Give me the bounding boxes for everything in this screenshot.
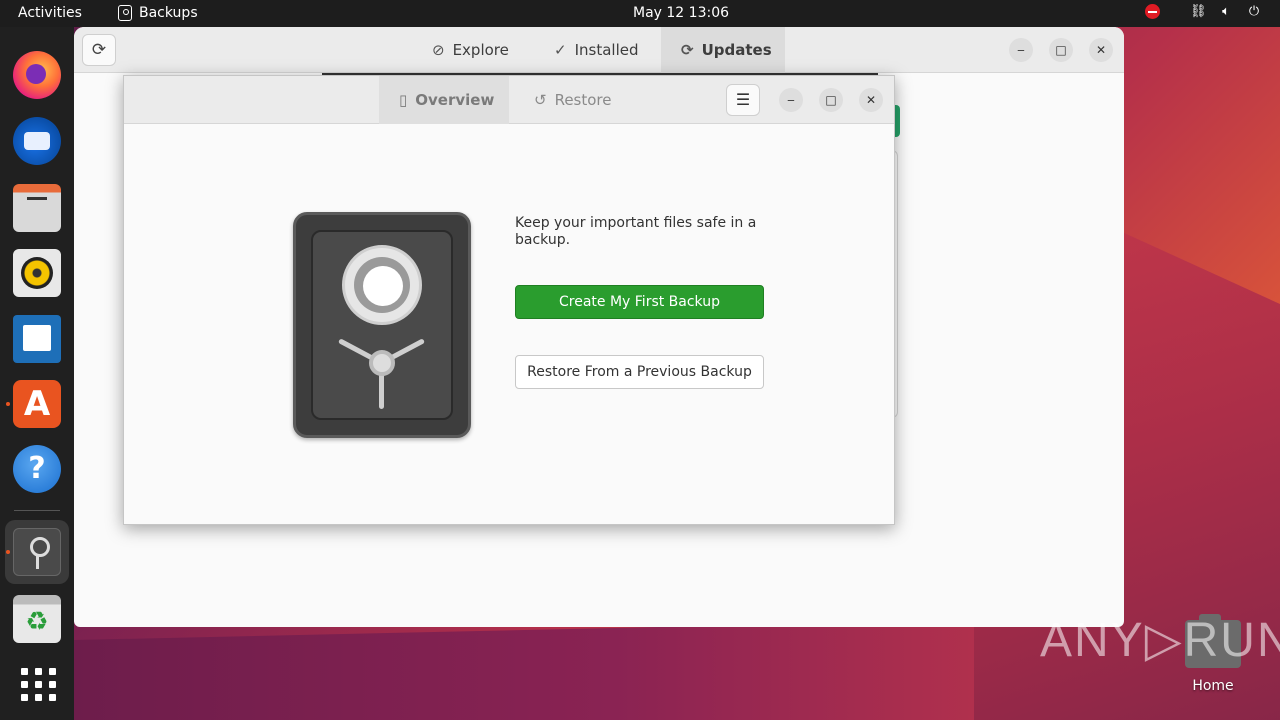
tab-label: Overview [415,91,495,109]
home-folder-label[interactable]: Home [1180,678,1246,694]
safe-handle [369,350,395,376]
restore-previous-backup-button[interactable]: Restore From a Previous Backup [515,355,764,389]
close-button[interactable]: ✕ [859,88,883,112]
check-circle-icon: ✓ [554,41,567,59]
safe-illustration-icon [293,212,471,438]
software-headerbar: ⟳ ⊘ Explore ✓ Installed ⟳ Updates ‒ □ ✕ [74,27,1124,73]
show-apps-icon[interactable] [13,660,61,708]
tab-label: Restore [554,91,612,109]
safe-door [311,230,453,420]
minimize-button[interactable]: ‒ [1009,38,1033,62]
watermark: ANY▷RUN [1040,614,1280,667]
minimize-button[interactable]: ‒ [779,88,803,112]
backups-app-icon [118,5,132,21]
app-center-icon[interactable]: A [13,380,61,428]
close-button[interactable]: ✕ [1089,38,1113,62]
help-icon[interactable]: ? [13,445,61,493]
running-indicator [6,550,10,554]
dock-separator [14,510,60,511]
backups-icon[interactable] [13,528,61,576]
sync-icon: ⟳ [681,41,694,59]
do-not-disturb-icon[interactable] [1145,4,1160,19]
system-tray[interactable]: ⛓ 🔈︎ ⏻ [1145,4,1262,19]
compass-icon: ⊘ [432,41,445,59]
top-bar: Activities Backups May 12 13:06 ⛓ 🔈︎ ⏻ [0,0,1280,27]
power-icon[interactable]: ⏻ [1246,4,1262,19]
refresh-icon: ⟳ [91,40,107,60]
tab-label: Explore [452,41,509,59]
tab-restore[interactable]: ↺ Restore [534,76,612,124]
firefox-icon[interactable] [13,51,61,99]
tab-label: Updates [701,41,772,59]
tab-installed[interactable]: ✓ Installed [554,27,638,73]
refresh-button[interactable]: ⟳ [82,34,116,66]
safe-icon: ▯ [399,91,408,109]
history-icon: ↺ [534,91,547,109]
app-menu-label: Backups [139,5,198,21]
trash-icon[interactable]: ♻ [13,595,61,643]
overview-message: Keep your important files safe in a back… [515,215,757,248]
tab-updates[interactable]: ⟳ Updates [661,27,785,73]
tab-explore[interactable]: ⊘ Explore [432,27,509,73]
network-icon[interactable]: ⛓ [1190,4,1207,19]
libreoffice-writer-icon[interactable] [13,315,61,363]
maximize-button[interactable]: □ [819,88,843,112]
backups-headerbar: ▯ Overview ↺ Restore ☰ ‒ □ ✕ [124,76,894,124]
safe-dial-center [363,266,403,306]
app-menu[interactable]: Backups [118,5,198,21]
volume-icon[interactable]: 🔈︎ [1218,4,1234,19]
dock: A ? ♻ [0,27,74,720]
hamburger-icon: ☰ [735,90,751,109]
running-indicator [6,402,10,406]
rhythmbox-icon[interactable] [13,249,61,297]
activities-button[interactable]: Activities [18,5,82,21]
tab-overview[interactable]: ▯ Overview [379,76,509,124]
create-first-backup-button[interactable]: Create My First Backup [515,285,764,319]
wallpaper-shape [74,620,974,720]
thunderbird-icon[interactable] [13,117,61,165]
backups-window: ▯ Overview ↺ Restore ☰ ‒ □ ✕ Keep your i… [123,75,895,525]
tab-label: Installed [574,41,639,59]
maximize-button[interactable]: □ [1049,38,1073,62]
main-menu-button[interactable]: ☰ [726,84,760,116]
clock[interactable]: May 12 13:06 [633,5,729,21]
files-icon[interactable] [13,184,61,232]
